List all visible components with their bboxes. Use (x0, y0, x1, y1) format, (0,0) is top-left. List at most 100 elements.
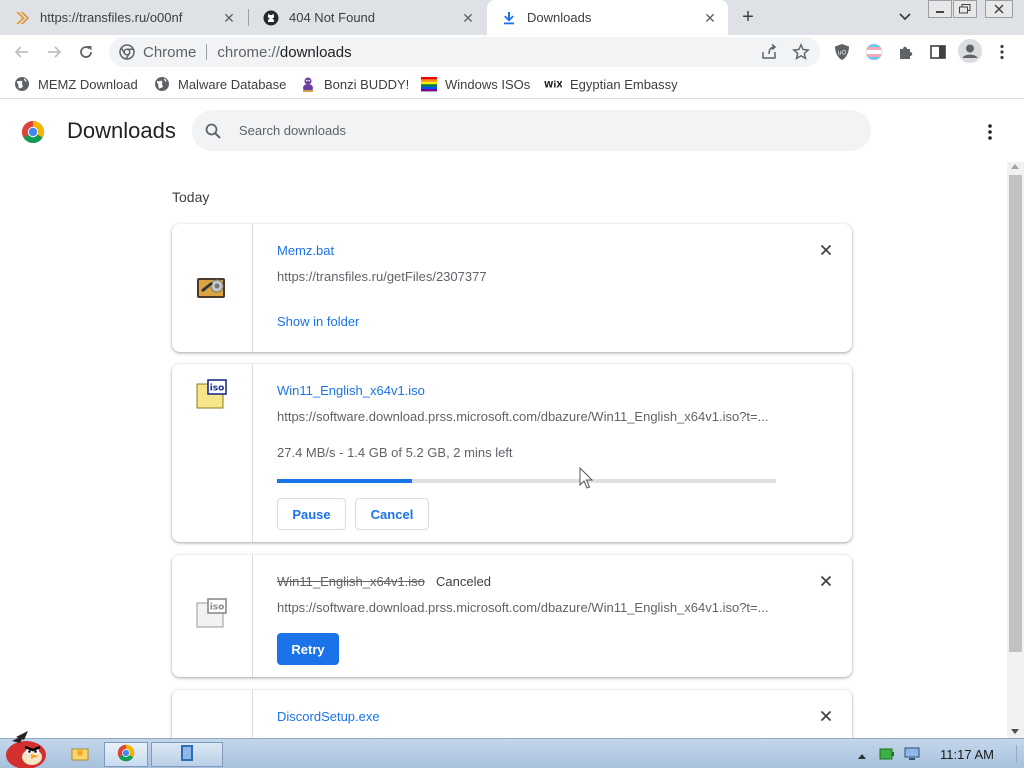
remove-close-icon[interactable] (817, 572, 835, 590)
page-title: Downloads (67, 118, 176, 143)
retry-button[interactable]: Retry (277, 633, 339, 665)
show-in-folder-link[interactable]: Show in folder (277, 314, 359, 329)
download-progress-text: 27.4 MB/s - 1.4 GB of 5.2 GB, 2 mins lef… (277, 445, 513, 460)
cancel-button[interactable]: Cancel (355, 498, 429, 530)
tab-transfiles[interactable]: https://transfiles.ru/o00nf ✕ (0, 0, 247, 35)
tab-close-icon[interactable]: ✕ (221, 10, 237, 26)
profile-avatar[interactable] (958, 39, 982, 63)
chevron-up-icon[interactable] (857, 748, 867, 763)
bookmark-malware-database[interactable]: Malware Database (154, 76, 286, 92)
download-item: DiscordSetup.exe (172, 690, 852, 738)
minimize-button[interactable] (928, 0, 952, 18)
chrome-icon[interactable] (119, 44, 135, 60)
bookmark-bonzi-buddy[interactable]: Bonzi BUDDY! (300, 76, 409, 92)
search-box[interactable] (192, 110, 871, 151)
url-host: downloads (279, 43, 352, 61)
scroll-up-icon[interactable] (1011, 164, 1019, 169)
date-heading: Today (172, 189, 210, 205)
url-prefix: chrome:// (217, 43, 280, 61)
file-name-link[interactable]: DiscordSetup.exe (277, 709, 380, 724)
omnibox-divider (206, 44, 208, 60)
close-window-button[interactable] (985, 0, 1013, 18)
scrollbar-thumb[interactable] (1009, 175, 1022, 652)
scrollbar[interactable] (1007, 162, 1024, 738)
chrome-icon (117, 744, 135, 765)
bookmark-label: Windows ISOs (445, 76, 531, 92)
chrome-menu-icon[interactable] (993, 43, 1011, 61)
file-url[interactable]: https://software.download.prss.microsoft… (277, 409, 777, 424)
show-desktop-button[interactable] (1016, 745, 1022, 763)
tab-downloads[interactable]: Downloads ✕ (487, 0, 728, 35)
share-icon[interactable] (760, 43, 778, 61)
download-item: Memz.bat https://transfiles.ru/getFiles/… (172, 224, 852, 352)
globe-icon (14, 76, 30, 92)
svg-text:WiX: WiX (544, 81, 562, 90)
globe-icon (154, 76, 170, 92)
bookmarks-bar: MEMZ Download Malware Database Bonzi BUD… (0, 69, 1024, 99)
svg-text:uO: uO (838, 50, 847, 57)
bookmark-windows-isos[interactable]: Windows ISOs (421, 76, 530, 92)
chevron-down-icon[interactable] (896, 8, 914, 26)
tab-404[interactable]: 404 Not Found ✕ (249, 0, 486, 35)
address-bar[interactable]: Chrome chrome://downloads (109, 37, 820, 67)
start-button-angry-bird-icon[interactable] (2, 731, 52, 768)
file-icon-column (172, 690, 253, 738)
puzzle-icon[interactable] (897, 43, 915, 61)
search-icon (204, 122, 222, 140)
toolbar: Chrome chrome://downloads uO (0, 35, 1024, 69)
side-panel-icon[interactable] (929, 43, 947, 61)
tab-close-icon[interactable]: ✕ (460, 10, 476, 26)
progress-bar (277, 479, 776, 483)
download-item: iso Win11_English_x64v1.iso Canceled htt… (172, 555, 852, 677)
mouse-cursor-icon (579, 466, 595, 491)
file-name-link[interactable]: Win11_English_x64v1.iso (277, 383, 425, 398)
svg-text:iso: iso (210, 603, 225, 613)
file-icon-column (172, 224, 253, 352)
new-tab-button[interactable]: + (737, 6, 759, 28)
taskbar-app-chrome[interactable] (104, 742, 148, 767)
tab-strip: https://transfiles.ru/o00nf ✕ 404 Not Fo… (0, 0, 1024, 35)
file-url[interactable]: https://transfiles.ru/getFiles/2307377 (277, 269, 777, 284)
download-item: iso Win11_English_x64v1.iso https://soft… (172, 364, 852, 542)
bookmark-memz-download[interactable]: MEMZ Download (14, 76, 138, 92)
network-icon[interactable] (903, 747, 921, 764)
svg-text:iso: iso (210, 384, 225, 394)
github-icon (263, 10, 279, 26)
taskbar-clock[interactable]: 11:17 AM (940, 747, 994, 762)
reload-button[interactable] (74, 40, 98, 64)
downloads-list[interactable]: Today Memz.bat https://transfiles.ru/get… (0, 162, 1007, 738)
file-name: Win11_English_x64v1.iso (277, 574, 425, 589)
file-url: https://software.download.prss.microsoft… (277, 600, 769, 615)
scroll-down-icon[interactable] (1011, 729, 1019, 734)
bookmark-label: MEMZ Download (38, 76, 138, 92)
file-name-link[interactable]: Memz.bat (277, 243, 334, 258)
download-icon (501, 10, 517, 26)
forward-button[interactable] (42, 40, 66, 64)
sun-folder-icon (70, 744, 90, 765)
tab-close-icon[interactable]: ✕ (702, 10, 718, 26)
remove-close-icon[interactable] (817, 707, 835, 725)
trans-flag-icon[interactable] (865, 43, 883, 61)
download-status: Canceled (436, 574, 491, 589)
bat-file-icon (195, 272, 229, 304)
tab-title: https://transfiles.ru/o00nf (40, 10, 183, 25)
search-input[interactable] (239, 123, 839, 138)
taskbar: 11:17 AM (0, 731, 1024, 768)
iso-file-icon: iso (195, 378, 229, 410)
battery-icon[interactable] (879, 747, 895, 764)
more-options-icon[interactable] (980, 122, 1000, 142)
ublock-icon[interactable]: uO (833, 43, 851, 61)
tab-title: Downloads (527, 10, 592, 25)
restore-button[interactable] (953, 0, 977, 18)
bookmark-egyptian-embassy[interactable]: WiX Egyptian Embassy (544, 76, 678, 92)
remove-close-icon[interactable] (817, 241, 835, 259)
pause-button[interactable]: Pause (277, 498, 346, 530)
omnibox-scheme-label: Chrome (143, 43, 197, 61)
wix-icon: WiX (544, 76, 562, 92)
taskbar-app-folder[interactable] (58, 742, 102, 767)
omnibox-url: chrome://downloads (217, 44, 351, 61)
file-icon-column: iso (172, 555, 253, 677)
taskbar-app-document[interactable] (151, 742, 223, 767)
star-icon[interactable] (792, 43, 810, 61)
back-button[interactable] (10, 40, 34, 64)
